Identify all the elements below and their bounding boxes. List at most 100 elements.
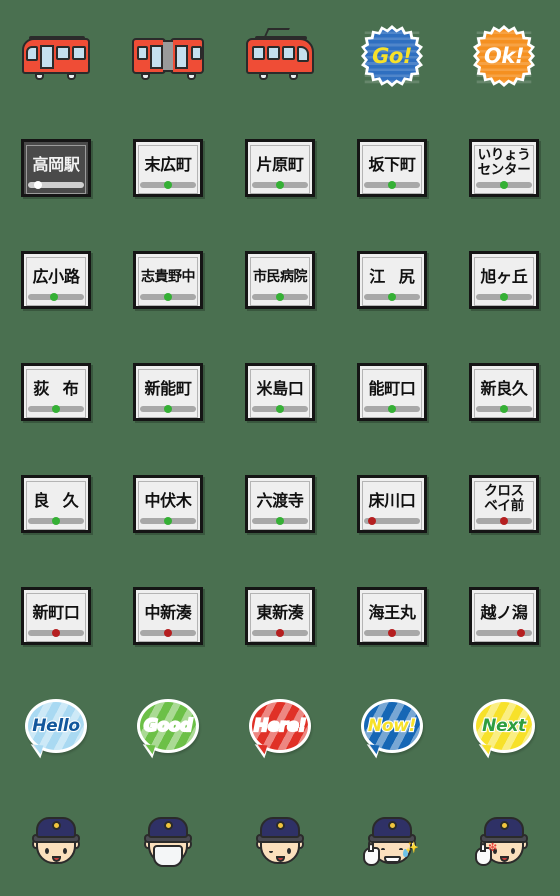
cell-go-badge[interactable]: Go! (336, 0, 448, 112)
cell-nakafushiki[interactable]: 中伏木 (112, 448, 224, 560)
cell-hello-bubble[interactable]: Hello (0, 672, 112, 784)
sign-inner-frame: 坂下町 (362, 145, 422, 194)
cell-sakashitamachi[interactable]: 坂下町 (336, 112, 448, 224)
cell-ejiri[interactable]: 江 尻 (336, 224, 448, 336)
conductor-masked[interactable] (135, 809, 201, 871)
route-position-dot (164, 181, 172, 189)
cell-nakaminato[interactable]: 中新湊 (112, 560, 224, 672)
station-sign-takaoka-eki[interactable]: 高岡駅 (21, 139, 91, 197)
station-name-label: 荻 布 (33, 378, 83, 398)
ok-badge[interactable]: Ok! (473, 25, 535, 87)
cell-conductor-pointing-grin[interactable]: ✨ (336, 784, 448, 896)
tram-coupled-cars (131, 28, 205, 84)
cell-hirokoji[interactable]: 広小路 (0, 224, 112, 336)
cell-yoshihisa[interactable]: 良 久 (0, 448, 112, 560)
station-sign-noumachiguchi[interactable]: 能町口 (357, 363, 427, 421)
cell-tokogawaguchi[interactable]: 床川口 (336, 448, 448, 560)
station-sign-shimin-byouin[interactable]: 市民病院 (245, 251, 315, 309)
cell-shinmachiguchi[interactable]: 新町口 (0, 560, 112, 672)
bubble-label: Now! (367, 715, 418, 737)
cell-ogino[interactable]: 荻 布 (0, 336, 112, 448)
station-name-label: 高岡駅 (32, 154, 80, 174)
station-sign-kataharamachi[interactable]: 片原町 (245, 139, 315, 197)
station-name-label: 能町口 (368, 378, 416, 398)
cell-higashi-shinminato[interactable]: 東新湊 (224, 560, 336, 672)
cell-now-bubble[interactable]: Now! (336, 672, 448, 784)
now-bubble[interactable]: Now! (359, 697, 425, 759)
station-name-label: いりょう センター (477, 147, 531, 178)
cell-suehirocho[interactable]: 末広町 (112, 112, 224, 224)
station-sign-nakafushiki[interactable]: 中伏木 (133, 475, 203, 533)
station-sign-yoshihisa[interactable]: 良 久 (21, 475, 91, 533)
station-sign-tokogawaguchi[interactable]: 床川口 (357, 475, 427, 533)
cell-ok-badge[interactable]: Ok! (448, 0, 560, 112)
cell-iryou-center[interactable]: いりょう センター (448, 112, 560, 224)
station-sign-shin-noumachi[interactable]: 新能町 (133, 363, 203, 421)
cell-shimin-byouin[interactable]: 市民病院 (224, 224, 336, 336)
cell-shin-yoshihisa[interactable]: 新良久 (448, 336, 560, 448)
pointing-hand-icon (363, 843, 380, 866)
sign-inner-frame: 志貴野中 (138, 257, 198, 306)
cell-conductor-masked[interactable] (112, 784, 224, 896)
tram-coupler (163, 40, 173, 72)
route-position-dot (500, 405, 508, 413)
station-sign-crossbay-mae[interactable]: クロス ベイ前 (469, 475, 539, 533)
cell-koshinokata[interactable]: 越ノ潟 (448, 560, 560, 672)
cell-good-bubble[interactable]: Good (112, 672, 224, 784)
station-name-label: 中新湊 (144, 602, 192, 622)
station-sign-ejiri[interactable]: 江 尻 (357, 251, 427, 309)
station-sign-rokudouji[interactable]: 六渡寺 (245, 475, 315, 533)
station-sign-suehirocho[interactable]: 末広町 (133, 139, 203, 197)
station-sign-higashi-shinminato[interactable]: 東新湊 (245, 587, 315, 645)
cell-rokudouji[interactable]: 六渡寺 (224, 448, 336, 560)
route-position-dot (388, 293, 396, 301)
cell-shikinonaka[interactable]: 志貴野中 (112, 224, 224, 336)
cell-shin-noumachi[interactable]: 新能町 (112, 336, 224, 448)
station-sign-shikinonaka[interactable]: 志貴野中 (133, 251, 203, 309)
station-sign-koshinokata[interactable]: 越ノ潟 (469, 587, 539, 645)
good-bubble[interactable]: Good (135, 697, 201, 759)
hello-bubble[interactable]: Hello (23, 697, 89, 759)
cell-asahigaoka[interactable]: 旭ヶ丘 (448, 224, 560, 336)
conductor-winking[interactable] (247, 809, 313, 871)
station-sign-sakashitamachi[interactable]: 坂下町 (357, 139, 427, 197)
emoji-sticker-sheet: Go! Ok! 高岡駅 末広町 片原町 坂下町 いりょう センター広小路 志貴野中 市民病院 江… (0, 0, 560, 896)
cell-conductor-smiling[interactable] (0, 784, 112, 896)
cell-here-bubble[interactable]: Here! (224, 672, 336, 784)
cell-takaoka-eki[interactable]: 高岡駅 (0, 112, 112, 224)
cell-conductor-winking[interactable] (224, 784, 336, 896)
next-bubble[interactable]: Next (471, 697, 537, 759)
bubble-tail-fill (32, 744, 44, 755)
cell-noumachiguchi[interactable]: 能町口 (336, 336, 448, 448)
station-sign-hirokoji[interactable]: 広小路 (21, 251, 91, 309)
station-sign-ogino[interactable]: 荻 布 (21, 363, 91, 421)
conductor-pointing-alert[interactable]: ❇ (471, 809, 537, 871)
cell-crossbay-mae[interactable]: クロス ベイ前 (448, 448, 560, 560)
cell-kataharamachi[interactable]: 片原町 (224, 112, 336, 224)
go-badge[interactable]: Go! (361, 25, 423, 87)
station-sign-yoneshimaguchi[interactable]: 米島口 (245, 363, 315, 421)
here-bubble[interactable]: Here! (247, 697, 313, 759)
station-sign-shinmachiguchi[interactable]: 新町口 (21, 587, 91, 645)
cell-next-bubble[interactable]: Next (448, 672, 560, 784)
station-sign-shin-yoshihisa[interactable]: 新良久 (469, 363, 539, 421)
cap-emblem-icon (388, 821, 397, 830)
station-sign-nakaminato[interactable]: 中新湊 (133, 587, 203, 645)
cell-yoneshimaguchi[interactable]: 米島口 (224, 336, 336, 448)
conductor-pointing-grin[interactable]: ✨ (359, 809, 425, 871)
tram-window (26, 46, 38, 61)
cell-conductor-pointing-alert[interactable]: ❇ (448, 784, 560, 896)
station-sign-kaiohmaru[interactable]: 海王丸 (357, 587, 427, 645)
cap-emblem-icon (500, 821, 509, 830)
station-name-label: 越ノ潟 (480, 602, 528, 622)
cell-tram-coupled-cars[interactable] (112, 0, 224, 112)
tram-window (297, 46, 309, 62)
station-sign-iryou-center[interactable]: いりょう センター (469, 139, 539, 197)
cell-kaiohmaru[interactable]: 海王丸 (336, 560, 448, 672)
sign-inner-frame: 江 尻 (362, 257, 422, 306)
conductor-smiling[interactable] (23, 809, 89, 871)
cell-tram-front-car[interactable] (0, 0, 112, 112)
station-sign-asahigaoka[interactable]: 旭ヶ丘 (469, 251, 539, 309)
cell-tram-with-pantograph[interactable] (224, 0, 336, 112)
eye-left (381, 848, 385, 853)
